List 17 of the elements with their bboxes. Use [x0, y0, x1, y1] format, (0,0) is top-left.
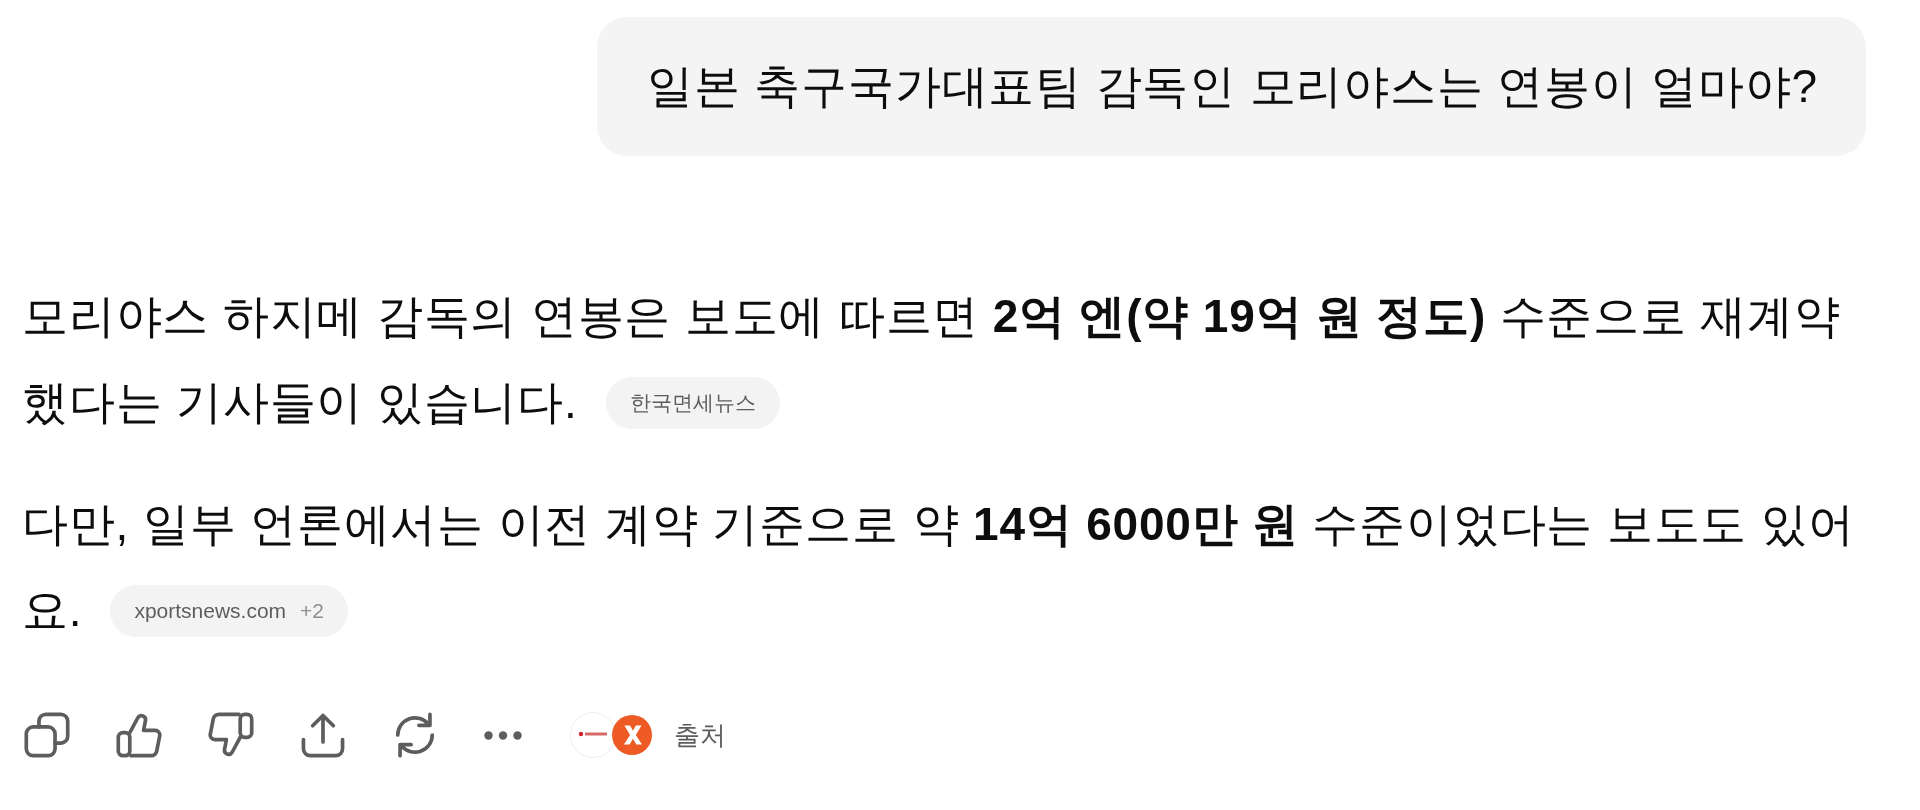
x-logo-icon [612, 715, 652, 755]
citation-chip[interactable]: 한국면세뉴스 [605, 376, 780, 429]
more-icon [484, 730, 522, 740]
copy-button[interactable] [24, 712, 70, 758]
thumbs-up-icon [116, 712, 162, 758]
share-icon [300, 712, 346, 758]
citation-chip[interactable]: xportsnews.com +2 [110, 584, 349, 637]
user-message: 일본 축구국가대표팀 감독인 모리야스는 연봉이 얼마야? [597, 17, 1866, 156]
answer-paragraph: 다만, 일부 언론에서는 이전 계약 기준으로 약 14억 6000만 원 수준이었다는 보도도 있어요. xportsnews.com +2 [22, 497, 1856, 639]
sources-button[interactable]: 출처 [570, 711, 726, 759]
dislike-button[interactable] [208, 712, 254, 758]
thumbs-down-icon [208, 712, 254, 758]
like-button[interactable] [116, 712, 162, 758]
share-button[interactable] [300, 712, 346, 758]
news-logo-icon [570, 712, 616, 758]
answer-paragraph: 모리야스 하지메 감독의 연봉은 보도에 따르면 2억 엔(약 19억 원 정도) 수준으로 재계약했다는 기사들이 있습니다. 한국면세뉴스 [22, 289, 1842, 431]
copy-icon [24, 712, 70, 758]
